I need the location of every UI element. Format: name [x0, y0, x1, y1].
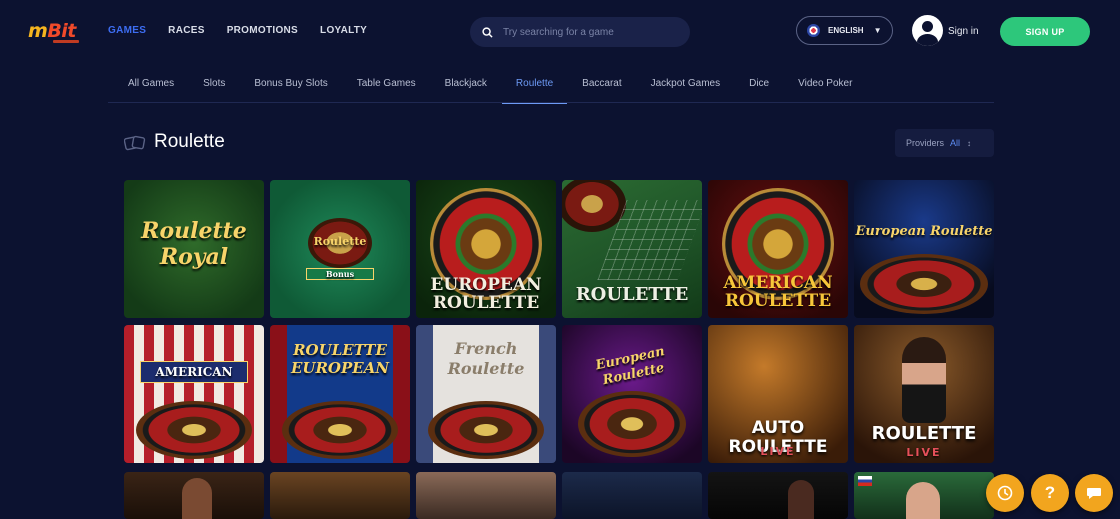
- game-tile-roulette-live[interactable]: ROULETTE LIVE: [854, 325, 994, 463]
- tab-baccarat[interactable]: Baccarat: [582, 78, 621, 102]
- avatar-body: [917, 34, 938, 46]
- logo-m: m: [28, 20, 48, 42]
- roulette-wheel-image: [428, 401, 544, 459]
- game-title: European Roulette: [594, 344, 667, 389]
- language-selector[interactable]: ENGLISH ▼: [796, 16, 893, 45]
- logo-bit: Bit: [47, 20, 76, 42]
- game-tile-roulette-bonus[interactable]: Roulette Bonus: [270, 180, 410, 318]
- nav-games[interactable]: GAMES: [108, 25, 146, 36]
- providers-value: All: [950, 138, 961, 148]
- game-title: ROULETTE: [871, 423, 977, 444]
- nav-promotions[interactable]: PROMOTIONS: [227, 25, 298, 36]
- game-title: AMERICAN ROULETTE: [723, 273, 833, 311]
- game-tile-live-dealer-3[interactable]: [854, 472, 994, 519]
- game-tile-auto-roulette-live[interactable]: AUTO ROULETTE LIVE: [708, 325, 848, 463]
- game-tile-live-dealer-1[interactable]: [124, 472, 264, 519]
- tab-dice[interactable]: Dice: [749, 78, 769, 102]
- live-badge: LIVE: [906, 446, 942, 459]
- tab-jackpot-games[interactable]: Jackpot Games: [651, 78, 720, 102]
- chat-icon: [1087, 488, 1101, 499]
- roulette-wheel-image: [136, 401, 252, 459]
- language-label: ENGLISH: [828, 26, 864, 35]
- sign-up-button[interactable]: SIGN UP: [1000, 17, 1090, 46]
- game-tile-european-roulette[interactable]: EUROPEAN ROULETTE: [416, 180, 556, 318]
- live-badge: LIVE: [760, 445, 796, 458]
- game-title: EUROPEAN ROULETTE: [430, 275, 542, 313]
- help-button[interactable]: ?: [1031, 474, 1069, 512]
- game-tile-roulette[interactable]: ROULETTE: [562, 180, 702, 318]
- game-tile-french-roulette[interactable]: French Roulette: [416, 325, 556, 463]
- game-tile-roulette-royal[interactable]: Roulette Royal: [124, 180, 264, 318]
- game-title: ROULETTE EUROPEAN: [290, 341, 390, 377]
- avatar-head: [922, 21, 933, 32]
- dealer-image: [902, 337, 946, 423]
- help-icon: ?: [1044, 483, 1056, 502]
- roulette-wheel-image: [282, 401, 398, 459]
- tab-table-games[interactable]: Table Games: [357, 78, 416, 102]
- history-icon: [997, 485, 1013, 501]
- tab-blackjack[interactable]: Blackjack: [445, 78, 487, 102]
- game-title: European Roulette: [855, 224, 993, 239]
- history-button[interactable]: [986, 474, 1024, 512]
- tab-all-games[interactable]: All Games: [128, 78, 174, 102]
- game-title: AMERICAN: [140, 361, 248, 383]
- top-bar: mBit GAMES RACES PROMOTIONS LOYALTY ENGL…: [0, 0, 1120, 62]
- game-tile-live-table-2[interactable]: [416, 472, 556, 519]
- user-avatar-icon[interactable]: [912, 15, 943, 46]
- dealer-image: [182, 478, 212, 519]
- game-title: Roulette: [313, 235, 367, 248]
- roulette-wheel-image: [860, 254, 988, 314]
- roulette-wheel-image: [562, 180, 626, 232]
- section-title: Roulette: [154, 131, 225, 152]
- category-tabs: All Games Slots Bonus Buy Slots Table Ga…: [128, 78, 881, 104]
- roulette-wheel-image: [578, 391, 686, 457]
- main-nav: GAMES RACES PROMOTIONS LOYALTY: [108, 25, 389, 36]
- search-input[interactable]: [503, 26, 673, 38]
- game-tile-american[interactable]: AMERICAN: [124, 325, 264, 463]
- tabs-divider: [108, 102, 994, 103]
- game-tile-american-roulette[interactable]: AMERICAN ROULETTE: [708, 180, 848, 318]
- uk-flag-icon: [807, 24, 820, 37]
- game-tile-live-dealer-2[interactable]: [708, 472, 848, 519]
- game-tile-roulette-european[interactable]: ROULETTE EUROPEAN: [270, 325, 410, 463]
- game-tile-european-roulette-3[interactable]: European Roulette: [562, 325, 702, 463]
- dealer-image: [906, 482, 940, 519]
- flag-icon: [858, 476, 872, 486]
- sort-arrows-icon: ↕: [967, 138, 972, 148]
- sign-in-link[interactable]: Sign in: [948, 26, 979, 37]
- logo-underline: [53, 40, 79, 43]
- game-tile-live-table-3[interactable]: [562, 472, 702, 519]
- dice-icon: [124, 135, 146, 151]
- game-tile-european-roulette-2[interactable]: European Roulette: [854, 180, 994, 318]
- game-tile-live-table-1[interactable]: [270, 472, 410, 519]
- game-title: French Roulette: [447, 339, 525, 378]
- mbit-logo[interactable]: mBit: [28, 20, 76, 42]
- tab-roulette[interactable]: Roulette: [501, 78, 568, 104]
- nav-races[interactable]: RACES: [168, 25, 205, 36]
- game-subtitle: Bonus: [306, 268, 374, 280]
- tab-video-poker[interactable]: Video Poker: [798, 78, 852, 102]
- nav-loyalty[interactable]: LOYALTY: [320, 25, 367, 36]
- search-bar[interactable]: [470, 17, 690, 47]
- chevron-down-icon: ▼: [873, 26, 882, 35]
- chat-button[interactable]: [1075, 474, 1113, 512]
- providers-label: Providers: [906, 138, 945, 148]
- tab-bonus-buy-slots[interactable]: Bonus Buy Slots: [254, 78, 327, 102]
- game-title: Roulette Royal: [141, 218, 247, 270]
- search-icon: [482, 26, 493, 38]
- providers-filter[interactable]: Providers All ↕: [895, 129, 994, 157]
- dealer-image: [788, 480, 814, 519]
- tab-slots[interactable]: Slots: [203, 78, 225, 102]
- game-title: ROULETTE: [575, 284, 689, 305]
